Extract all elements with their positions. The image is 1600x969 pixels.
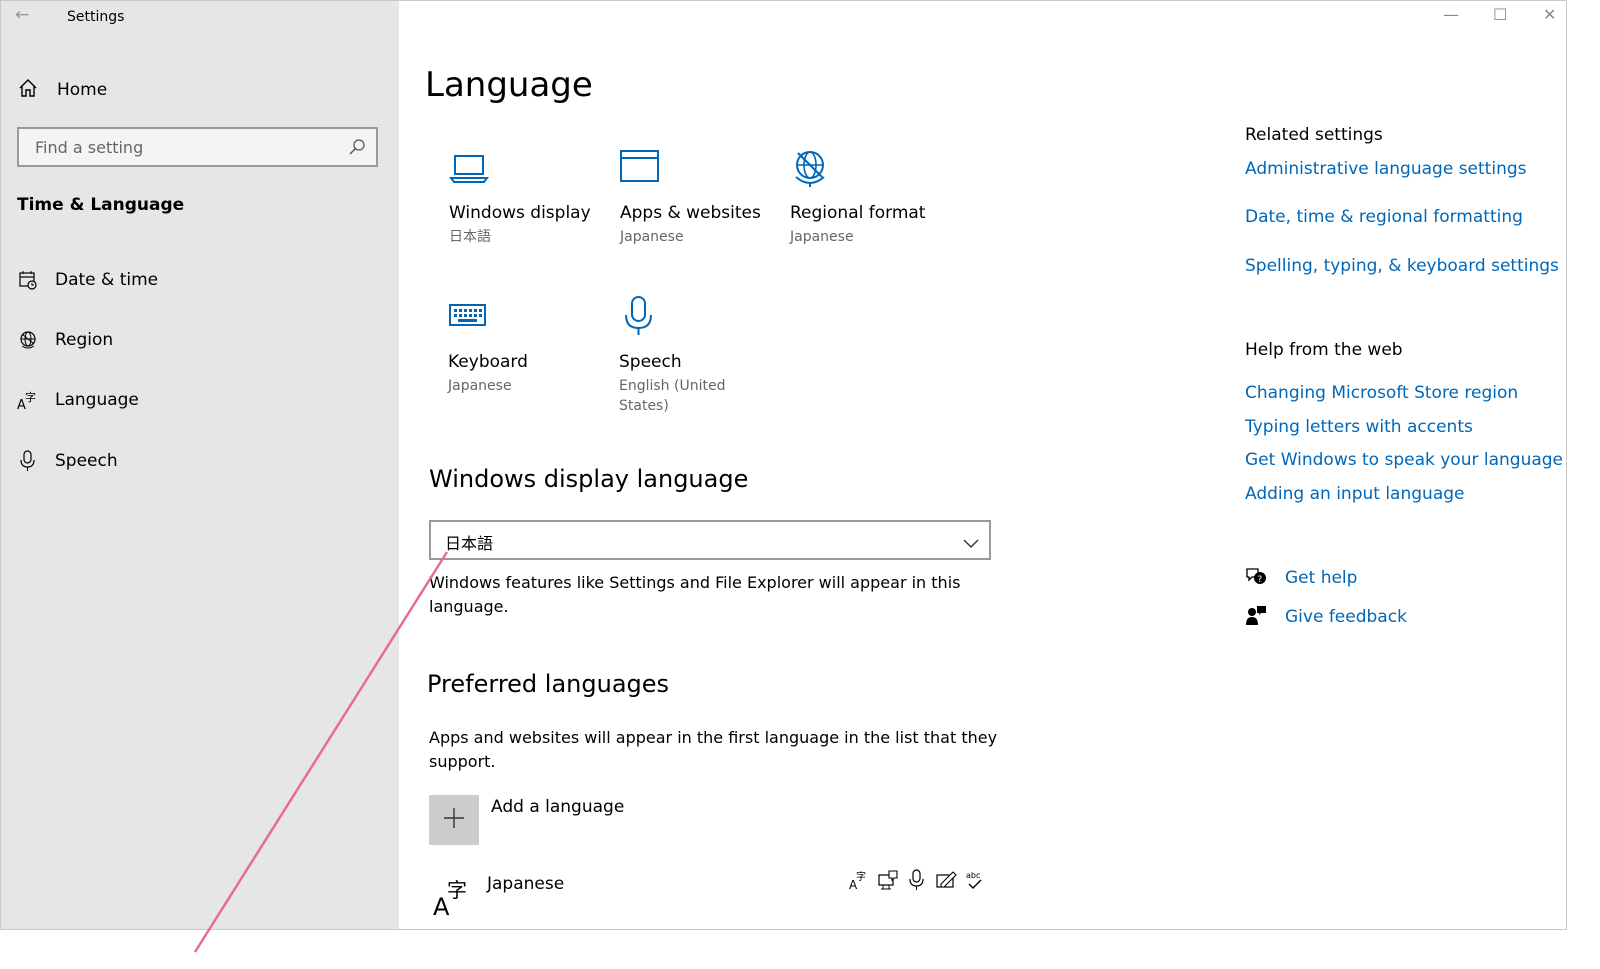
calendar-clock-icon (17, 269, 39, 291)
get-help-label: Get help (1285, 568, 1358, 588)
tile-subtitle: Japanese (790, 229, 854, 245)
text-to-speech-icon (873, 869, 902, 891)
tile-title: Regional format (790, 203, 926, 223)
svg-text:字: 字 (25, 390, 36, 404)
link-changing-store-region[interactable]: Changing Microsoft Store region (1245, 383, 1518, 403)
tile-subtitle: Japanese (448, 378, 512, 394)
microphone-icon (17, 450, 39, 472)
link-adding-input-language[interactable]: Adding an input language (1245, 484, 1464, 504)
dropdown-value: 日本語 (445, 534, 494, 553)
tile-subtitle: English (United States) (619, 378, 726, 414)
globe-icon (790, 147, 950, 193)
plus-icon (443, 807, 465, 833)
microphone-icon (619, 296, 749, 342)
window-title: Settings (67, 9, 125, 25)
language-list-item-name[interactable]: Japanese (487, 874, 564, 894)
svg-text:?: ? (1258, 575, 1263, 585)
get-help-link[interactable]: ? Get help (1245, 565, 1357, 591)
display-language-icon: A字 (844, 869, 873, 891)
tile-apps-websites[interactable]: Apps & websites Japanese (620, 147, 780, 247)
language-features: A字 abc (844, 869, 989, 891)
link-typing-letters-accents[interactable]: Typing letters with accents (1245, 417, 1473, 437)
tile-title: Windows display (449, 203, 591, 223)
language-icon: A字 (17, 389, 39, 411)
add-language-button[interactable] (429, 795, 479, 845)
feedback-icon (1245, 604, 1267, 630)
tile-keyboard[interactable]: Keyboard Japanese (448, 296, 608, 396)
home-icon (17, 77, 39, 103)
display-language-description: Windows features like Settings and File … (429, 573, 961, 616)
link-get-windows-speak-language[interactable]: Get Windows to speak your language (1245, 450, 1563, 470)
related-settings-heading: Related settings (1245, 125, 1383, 145)
sidebar-item-region[interactable]: Region (17, 326, 113, 354)
search-icon[interactable] (348, 138, 366, 160)
sidebar-item-language[interactable]: A字 Language (17, 386, 139, 414)
chat-help-icon: ? (1245, 565, 1267, 591)
preferred-languages-description: Apps and websites will appear in the fir… (429, 728, 998, 771)
svg-text:abc: abc (966, 871, 980, 880)
tile-title: Keyboard (448, 352, 528, 372)
give-feedback-link[interactable]: Give feedback (1245, 604, 1407, 630)
globe-icon (17, 329, 39, 351)
search-box[interactable] (17, 127, 378, 167)
handwriting-icon (931, 869, 960, 891)
add-language-label[interactable]: Add a language (491, 797, 624, 817)
link-administrative-language-settings[interactable]: Administrative language settings (1245, 159, 1527, 179)
tile-title: Apps & websites (620, 203, 761, 223)
keyboard-icon (448, 296, 608, 342)
home-nav-item[interactable]: Home (17, 77, 107, 103)
sidebar-item-speech[interactable]: Speech (17, 447, 118, 475)
tile-subtitle: Japanese (620, 229, 684, 245)
give-feedback-label: Give feedback (1285, 607, 1407, 627)
link-spelling-typing-keyboard-settings[interactable]: Spelling, typing, & keyboard settings (1245, 256, 1559, 276)
display-language-dropdown[interactable]: 日本語 (429, 520, 991, 560)
page-title: Language (425, 65, 593, 105)
settings-window: ← Settings Home Time & Language Date & t… (0, 0, 1567, 930)
sidebar-item-label: Language (55, 390, 139, 410)
svg-text:字: 字 (447, 878, 467, 902)
tile-windows-display[interactable]: Windows display 日本語 (449, 147, 609, 247)
sidebar-item-label: Date & time (55, 270, 159, 290)
back-arrow-icon[interactable]: ← (15, 5, 29, 25)
title-bar: ← Settings (1, 1, 399, 35)
home-label: Home (57, 80, 108, 100)
chevron-down-icon (963, 534, 979, 553)
link-date-time-regional-formatting[interactable]: Date, time & regional formatting (1245, 207, 1523, 227)
section-title: Time & Language (17, 195, 185, 215)
help-from-web-heading: Help from the web (1245, 340, 1403, 360)
spellcheck-icon: abc (960, 869, 989, 891)
sidebar-item-date-time[interactable]: Date & time (17, 266, 158, 294)
speech-recognition-icon (902, 869, 931, 891)
tile-regional-format[interactable]: Regional format Japanese (790, 147, 950, 247)
language-icon: A字 (433, 873, 473, 921)
sidebar: ← Settings Home Time & Language Date & t… (1, 1, 399, 929)
search-input[interactable] (33, 137, 337, 158)
sidebar-item-label: Region (55, 330, 114, 350)
tile-subtitle: 日本語 (449, 229, 491, 245)
tile-speech[interactable]: Speech English (United States) (619, 296, 749, 416)
laptop-icon (449, 147, 609, 193)
tile-title: Speech (619, 352, 682, 372)
svg-text:字: 字 (856, 870, 866, 883)
sidebar-item-label: Speech (55, 451, 118, 471)
display-language-heading: Windows display language (429, 465, 749, 493)
preferred-languages-heading: Preferred languages (427, 670, 670, 698)
window-icon (620, 147, 780, 193)
